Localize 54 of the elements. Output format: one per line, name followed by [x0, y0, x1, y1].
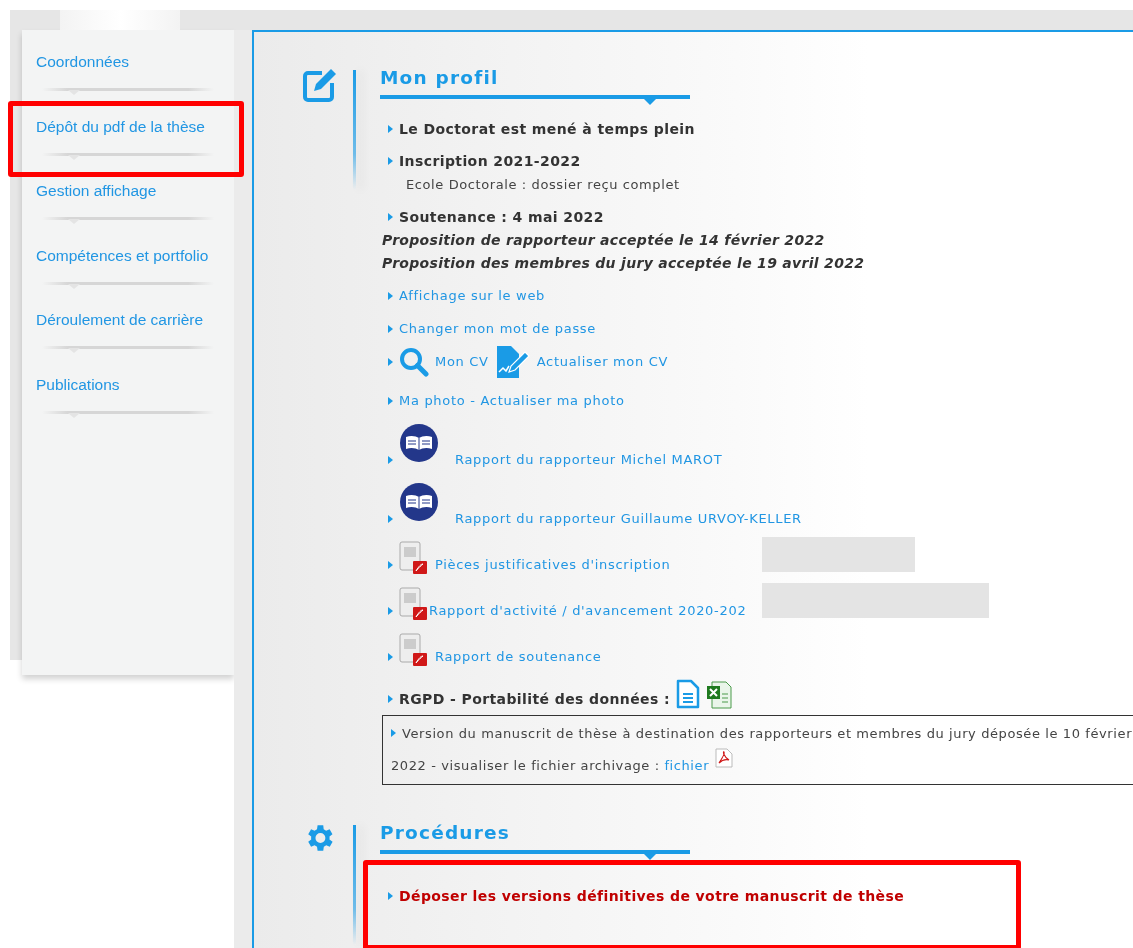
bullet-icon — [388, 456, 393, 464]
pdf-icon[interactable] — [715, 748, 734, 768]
report-link[interactable]: Rapport du rapporteur Guillaume URVOY-KELLER — [455, 509, 802, 529]
info-note: Ecole Doctorale : dossier reçu complet — [405, 176, 680, 194]
bullet-icon — [388, 695, 393, 703]
search-icon[interactable] — [399, 347, 429, 377]
pdf-document-icon[interactable] — [399, 541, 429, 575]
info-line: Proposition de rapporteur acceptée le 14 février 2022 — [382, 231, 825, 250]
sidebar-link[interactable]: Déroulement de carrière — [36, 308, 204, 332]
section-title: Procédures — [380, 821, 510, 845]
bullet-icon — [388, 515, 393, 523]
profile-link[interactable]: Changer mon mot de passe — [399, 319, 597, 339]
bullet-icon — [388, 358, 393, 366]
book-icon[interactable] — [399, 423, 439, 463]
spreadsheet-icon[interactable] — [706, 681, 732, 709]
bullet-icon — [391, 729, 396, 737]
bullet-icon — [388, 125, 393, 133]
bullet-icon — [388, 607, 393, 615]
file-link[interactable]: fichier — [664, 758, 710, 773]
bullet-icon — [388, 213, 393, 221]
sidebar-link[interactable]: Dépôt du pdf de la thèse — [36, 114, 205, 139]
notice-text: Version du manuscrit de thèse à destination des rapporteurs et membres du jury déposée le 10 février 2022 - visualiser le fichier archivage : fichier — [391, 725, 1133, 775]
info-line: Proposition des membres du jury acceptée le 19 avril 2022 — [382, 254, 865, 273]
sidebar-link[interactable]: Publications — [36, 372, 120, 397]
export-label: RGPD - Portabilité des données : — [399, 690, 670, 709]
info-heading: Inscription 2021-2022 — [399, 152, 581, 171]
cv-link[interactable]: Mon CV — [435, 352, 489, 372]
document-link[interactable]: Pièces justificatives d'inscription — [435, 555, 671, 575]
pdf-document-icon[interactable] — [399, 633, 429, 667]
bullet-icon — [388, 325, 393, 333]
section-title: Mon profil — [380, 66, 499, 90]
info-heading: Soutenance : 4 mai 2022 — [399, 208, 604, 227]
document-link[interactable]: Rapport de soutenance — [435, 647, 602, 667]
profile-link[interactable]: Affichage sur le web — [399, 286, 546, 306]
bullet-icon — [388, 653, 393, 661]
edit-icon — [302, 67, 338, 103]
sidebar-link[interactable]: Gestion affichage — [36, 179, 157, 203]
bullet-icon — [388, 397, 393, 405]
bullet-icon — [388, 892, 393, 900]
report-link[interactable]: Rapport du rapporteur Michel MAROT — [455, 450, 723, 470]
bullet-icon — [388, 561, 393, 569]
document-icon[interactable] — [676, 679, 700, 709]
book-icon[interactable] — [399, 482, 439, 522]
info-heading: Le Doctorat est mené à temps plein — [399, 120, 695, 139]
update-cv-link[interactable]: Actualiser mon CV — [536, 352, 669, 372]
bullet-icon — [388, 292, 393, 300]
bullet-icon — [388, 157, 393, 165]
document-link[interactable]: Rapport d'activité / d'avancement 2020-202 — [429, 601, 747, 621]
profile-link[interactable]: Ma photo - Actualiser ma photo — [399, 391, 625, 411]
sidebar-link[interactable]: Coordonnées — [36, 50, 130, 74]
procedure-link[interactable]: Déposer les versions définitives de votre manuscrit de thèse — [399, 886, 905, 906]
document-pen-icon[interactable] — [494, 346, 531, 378]
sidebar-link[interactable]: Compétences et portfolio — [36, 243, 209, 268]
pdf-document-icon[interactable] — [399, 587, 429, 621]
